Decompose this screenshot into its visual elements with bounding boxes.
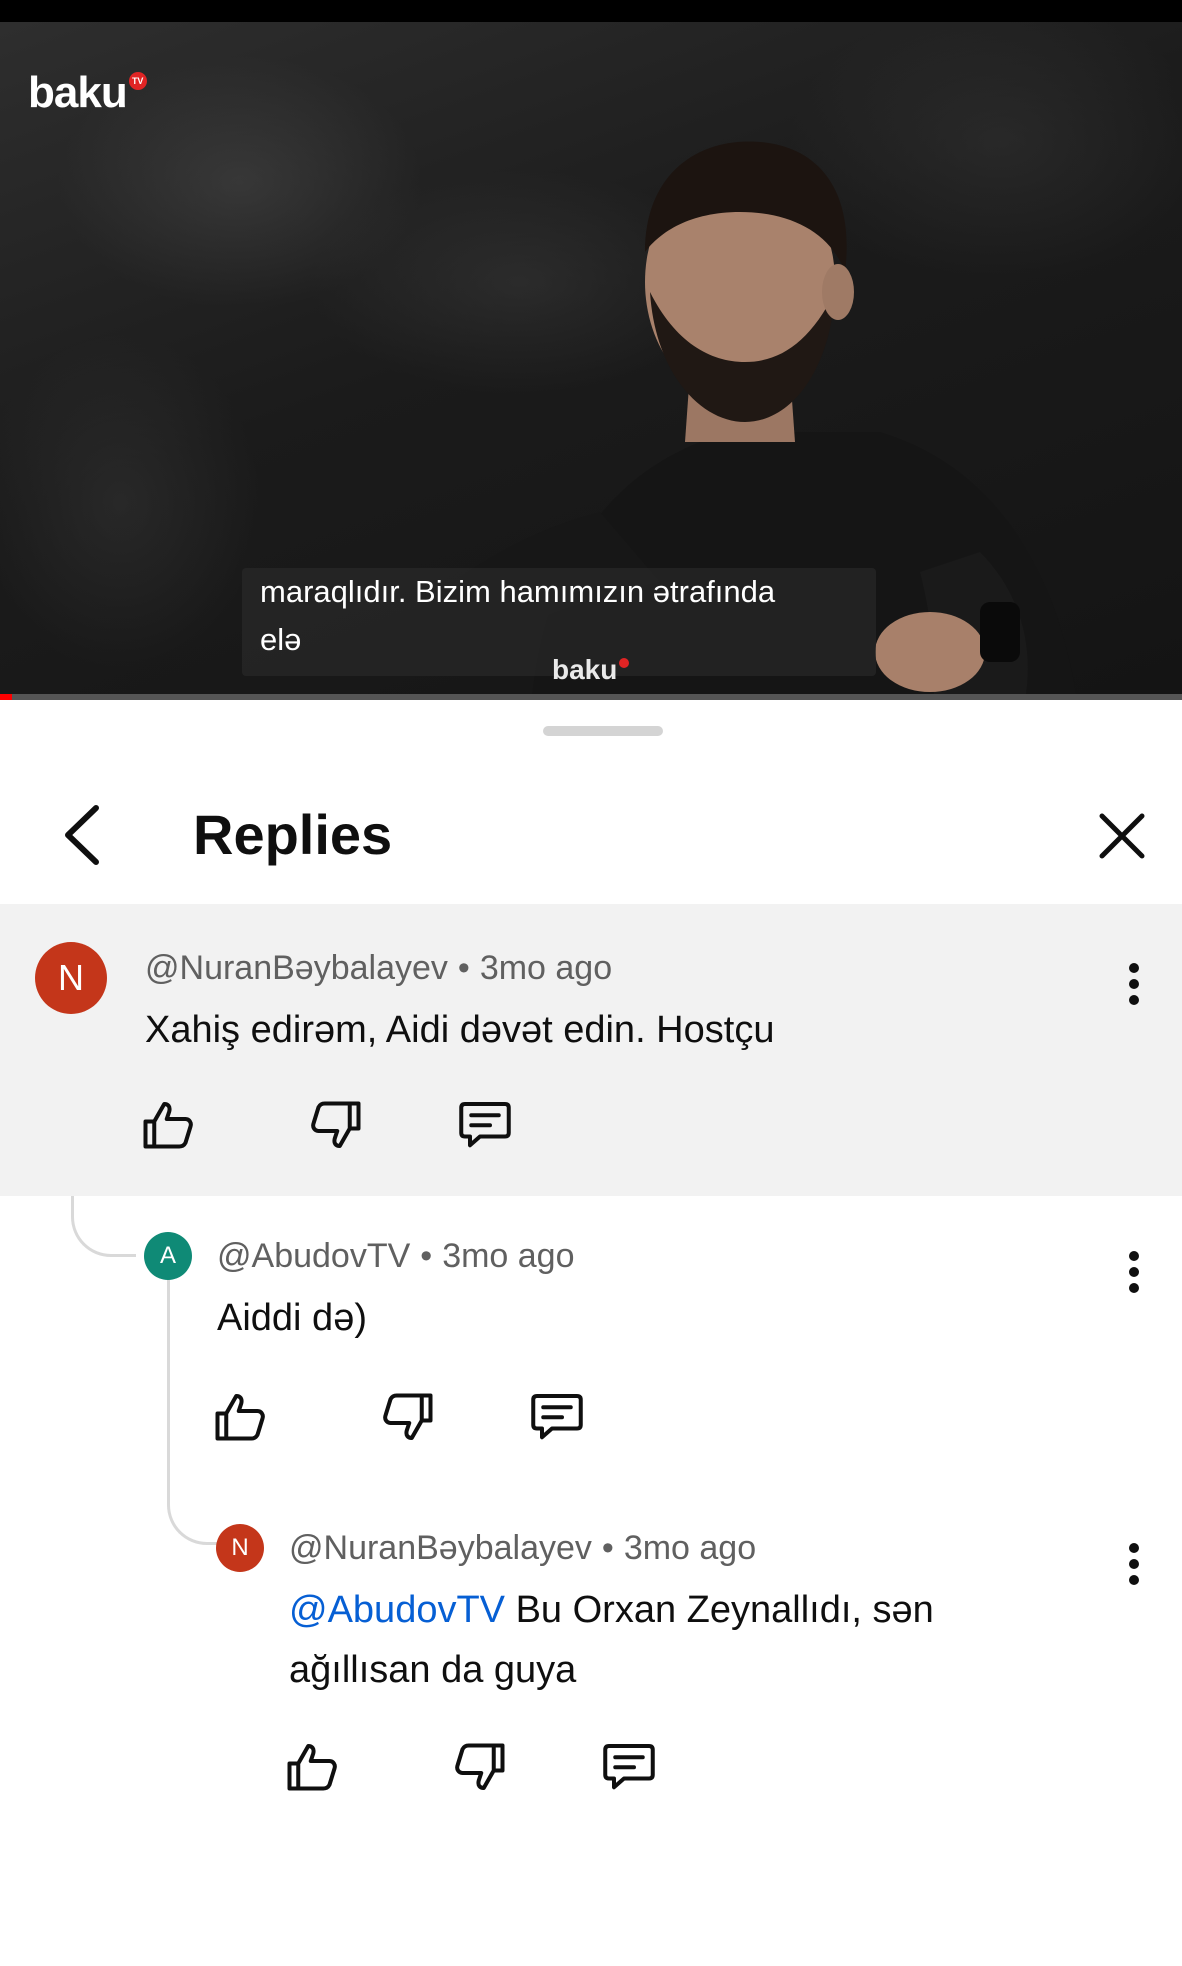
sheet-header: Replies	[0, 764, 1182, 907]
comment-author[interactable]: @NuranBəybalayev	[289, 1529, 592, 1567]
comment-author[interactable]: @AbudovTV	[217, 1237, 410, 1275]
dislike-button[interactable]	[306, 1096, 366, 1156]
close-icon	[1099, 813, 1145, 859]
more-options-button[interactable]	[1114, 1242, 1154, 1302]
thumb-down-icon	[311, 1101, 361, 1148]
parent-comment: N @NuranBəybalayev • 3mo ago Xahiş edirəm,…	[0, 904, 1182, 1196]
like-button[interactable]	[210, 1386, 270, 1446]
reply-comment-icon	[531, 1394, 583, 1440]
sheet-drag-handle[interactable]	[543, 726, 663, 736]
comment-text-line-1: Bu Orxan Zeynallıdı, sən	[505, 1589, 934, 1631]
more-vert-icon	[1129, 1251, 1139, 1293]
more-options-button[interactable]	[1114, 954, 1154, 1014]
video-progress-bar[interactable]	[0, 694, 1182, 700]
reply-comment: N @NuranBəybalayev • 3mo ago @AbudovTV Bu …	[0, 1486, 1182, 1826]
dislike-button[interactable]	[450, 1738, 510, 1798]
comment-meta: @AbudovTV • 3mo ago	[217, 1237, 575, 1275]
logo-tv-badge: TV	[128, 72, 147, 90]
comment-meta: @NuranBəybalayev • 3mo ago	[289, 1529, 757, 1567]
video-frame: baku TV maraqlıdır. Bizim hamımızın ətra…	[0, 22, 1182, 700]
back-button[interactable]	[52, 800, 112, 870]
reply-comment: A @AbudovTV • 3mo ago Aiddi də)	[0, 1196, 1182, 1486]
comment-age: 3mo ago	[623, 1529, 757, 1567]
comment-text: Xahiş edirəm, Aidi dəvət edin. Hostçu	[145, 1009, 775, 1051]
comment-text: @AbudovTV Bu Orxan Zeynallıdı, sən ağıll…	[289, 1580, 1089, 1700]
avatar[interactable]: N	[216, 1524, 264, 1572]
comment-text: Aiddi də)	[217, 1297, 367, 1339]
comment-text-line-2: ağıllısan da guya	[289, 1649, 577, 1691]
like-button[interactable]	[282, 1736, 342, 1796]
mention-link[interactable]: @AbudovTV	[289, 1589, 505, 1631]
reply-comment-icon	[603, 1744, 655, 1790]
subtitle-line-1: maraqlıdır. Bizim hamımızın ətrafında	[260, 574, 776, 609]
reply-button[interactable]	[527, 1386, 587, 1446]
avatar[interactable]: N	[35, 942, 107, 1014]
thumb-down-icon	[455, 1743, 505, 1790]
more-options-button[interactable]	[1114, 1534, 1154, 1594]
reply-comment-icon	[459, 1102, 511, 1148]
close-button[interactable]	[1092, 806, 1152, 866]
sheet-title: Replies	[193, 803, 393, 866]
video-progress-fill	[0, 694, 12, 700]
reply-button[interactable]	[599, 1736, 659, 1796]
comment-age: 3mo ago	[479, 949, 613, 987]
chevron-left-icon	[65, 805, 99, 865]
more-vert-icon	[1129, 963, 1139, 1005]
comment-meta: @NuranBəybalayev • 3mo ago	[145, 949, 613, 987]
comment-author[interactable]: @NuranBəybalayev	[145, 949, 448, 987]
thumb-up-icon	[143, 1102, 193, 1149]
thumb-up-icon	[287, 1744, 337, 1791]
thumb-up-icon	[215, 1394, 265, 1441]
comment-age: 3mo ago	[442, 1237, 575, 1275]
like-button[interactable]	[138, 1094, 198, 1154]
avatar[interactable]: A	[144, 1232, 192, 1280]
reply-button[interactable]	[455, 1094, 515, 1154]
dislike-button[interactable]	[378, 1388, 438, 1448]
more-vert-icon	[1129, 1543, 1139, 1585]
video-player[interactable]: baku TV maraqlıdır. Bizim hamımızın ətra…	[0, 0, 1182, 700]
channel-logo: baku TV	[28, 68, 147, 118]
video-watermark: baku	[552, 654, 630, 686]
replies-sheet: Replies N @NuranBəybalayev • 3mo ago Xahiş…	[0, 704, 1182, 1966]
thumb-down-icon	[383, 1393, 433, 1440]
